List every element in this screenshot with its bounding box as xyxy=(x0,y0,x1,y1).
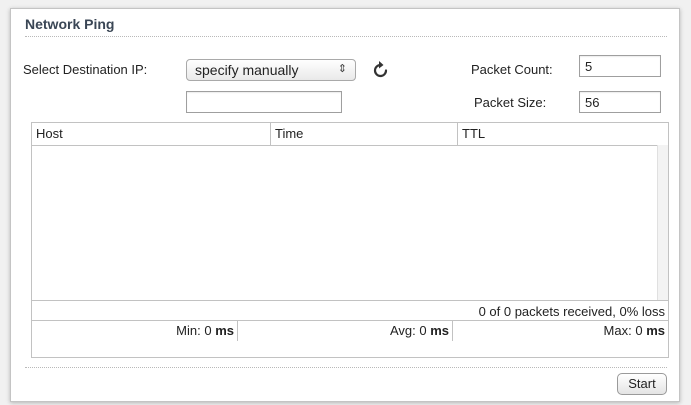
column-header-time[interactable]: Time xyxy=(271,123,457,145)
column-header-host[interactable]: Host xyxy=(32,123,270,145)
table-scrollbar[interactable] xyxy=(657,145,668,300)
max-stat: Max: 0 ms xyxy=(453,321,668,341)
packets-summary: 0 of 0 packets received, 0% loss xyxy=(32,300,668,321)
min-stat: Min: 0 ms xyxy=(32,321,237,341)
select-arrows-icon: ⇕ xyxy=(337,63,347,75)
table-header: Host Time TTL xyxy=(32,123,668,146)
max-label: Max: xyxy=(603,323,632,338)
bottom-divider xyxy=(25,367,667,368)
title-divider xyxy=(25,36,667,37)
destination-ip-select[interactable]: specify manually ⇕ xyxy=(186,59,356,81)
destination-ip-label: Select Destination IP: xyxy=(23,62,148,77)
min-label: Min: xyxy=(176,323,201,338)
column-header-ttl[interactable]: TTL xyxy=(458,123,668,145)
start-button[interactable]: Start xyxy=(617,373,667,395)
min-value: 0 xyxy=(204,323,212,338)
min-unit: ms xyxy=(215,323,234,338)
avg-value: 0 xyxy=(419,323,427,338)
panel-title: Network Ping xyxy=(25,16,115,32)
manual-ip-input[interactable] xyxy=(186,91,342,113)
avg-stat: Avg: 0 ms xyxy=(238,321,452,341)
packet-count-input[interactable] xyxy=(579,55,661,77)
max-unit: ms xyxy=(646,323,665,338)
max-value: 0 xyxy=(635,323,643,338)
refresh-icon[interactable] xyxy=(371,58,391,80)
avg-unit: ms xyxy=(430,323,449,338)
packet-size-label: Packet Size: xyxy=(474,95,547,110)
packet-count-label: Packet Count: xyxy=(471,62,553,77)
avg-label: Avg: xyxy=(389,323,416,338)
destination-ip-select-value: specify manually xyxy=(195,62,299,78)
network-ping-panel: Network Ping Select Destination IP: spec… xyxy=(10,8,680,402)
packet-size-input[interactable] xyxy=(579,91,661,113)
ping-stats-row: Min: 0 ms Avg: 0 ms Max: 0 ms xyxy=(32,321,668,341)
ping-results-table: Host Time TTL 0 of 0 packets received, 0… xyxy=(31,122,669,358)
